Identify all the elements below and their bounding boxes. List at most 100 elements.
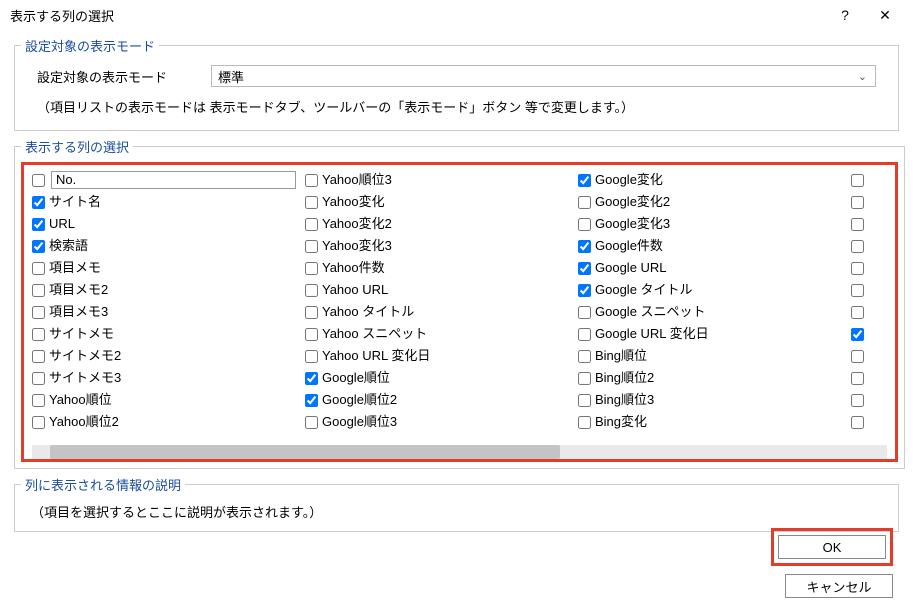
column-checkbox[interactable]: [32, 262, 45, 275]
list-item[interactable]: [849, 301, 889, 323]
list-item[interactable]: [849, 257, 889, 279]
help-icon[interactable]: ?: [825, 7, 865, 23]
list-item[interactable]: Google変化2: [576, 191, 849, 213]
column-checkbox[interactable]: [305, 328, 318, 341]
column-checkbox[interactable]: [851, 262, 864, 275]
list-item[interactable]: Bing変化: [576, 411, 849, 433]
column-checkbox[interactable]: [305, 262, 318, 275]
list-item[interactable]: Yahoo スニペット: [303, 323, 576, 345]
column-checkbox[interactable]: [578, 372, 591, 385]
column-checkbox[interactable]: [851, 196, 864, 209]
column-checkbox[interactable]: [305, 218, 318, 231]
column-checkbox[interactable]: [851, 218, 864, 231]
column-checkbox[interactable]: [578, 240, 591, 253]
scrollbar-thumb[interactable]: [50, 445, 560, 459]
list-item[interactable]: Google変化3: [576, 213, 849, 235]
list-item[interactable]: Google変化: [576, 169, 849, 191]
column-checkbox[interactable]: [32, 218, 45, 231]
list-item[interactable]: Google順位: [303, 367, 576, 389]
column-checkbox[interactable]: [305, 174, 318, 187]
column-checkbox[interactable]: [305, 350, 318, 363]
list-item[interactable]: Google URL 変化日: [576, 323, 849, 345]
column-checkbox[interactable]: [32, 328, 45, 341]
list-item[interactable]: Bing順位3: [576, 389, 849, 411]
column-checkbox[interactable]: [32, 174, 45, 187]
list-item[interactable]: [849, 169, 889, 191]
column-checkbox[interactable]: [851, 174, 864, 187]
horizontal-scrollbar[interactable]: [32, 445, 887, 459]
column-checkbox[interactable]: [32, 372, 45, 385]
column-checkbox[interactable]: [851, 416, 864, 429]
list-item[interactable]: [849, 191, 889, 213]
list-item[interactable]: サイトメモ2: [30, 345, 303, 367]
column-checkbox[interactable]: [578, 394, 591, 407]
list-item[interactable]: Yahoo変化: [303, 191, 576, 213]
column-checkbox[interactable]: [578, 350, 591, 363]
column-checkbox[interactable]: [578, 174, 591, 187]
list-item[interactable]: Google URL: [576, 257, 849, 279]
list-item[interactable]: [849, 411, 889, 433]
display-mode-select[interactable]: 標準 ⌄: [211, 65, 876, 87]
list-item[interactable]: Yahoo変化3: [303, 235, 576, 257]
column-checkbox[interactable]: [851, 306, 864, 319]
list-item[interactable]: Bing順位2: [576, 367, 849, 389]
list-item[interactable]: 項目メモ: [30, 257, 303, 279]
list-item[interactable]: Google件数: [576, 235, 849, 257]
column-checkbox[interactable]: [32, 416, 45, 429]
list-item[interactable]: Yahoo順位3: [303, 169, 576, 191]
list-item[interactable]: Yahoo件数: [303, 257, 576, 279]
list-item[interactable]: No.: [30, 169, 303, 191]
list-item[interactable]: Google順位3: [303, 411, 576, 433]
list-item[interactable]: [849, 213, 889, 235]
list-item[interactable]: 項目メモ2: [30, 279, 303, 301]
column-checkbox[interactable]: [851, 328, 864, 341]
list-item[interactable]: [849, 323, 889, 345]
list-item[interactable]: [849, 389, 889, 411]
column-checkbox[interactable]: [32, 394, 45, 407]
column-checkbox[interactable]: [578, 328, 591, 341]
column-checkbox[interactable]: [32, 284, 45, 297]
list-item[interactable]: [849, 367, 889, 389]
list-item[interactable]: Google順位2: [303, 389, 576, 411]
list-item[interactable]: [849, 235, 889, 257]
column-checkbox[interactable]: [851, 240, 864, 253]
column-checkbox[interactable]: [32, 350, 45, 363]
list-item[interactable]: 検索語: [30, 235, 303, 257]
list-item[interactable]: URL: [30, 213, 303, 235]
column-checkbox[interactable]: [851, 372, 864, 385]
column-checkbox[interactable]: [578, 262, 591, 275]
list-item[interactable]: Yahoo変化2: [303, 213, 576, 235]
list-item[interactable]: Yahoo URL: [303, 279, 576, 301]
column-checkbox[interactable]: [305, 196, 318, 209]
list-item[interactable]: Yahoo URL 変化日: [303, 345, 576, 367]
cancel-button[interactable]: キャンセル: [785, 574, 893, 598]
column-checkbox[interactable]: [578, 218, 591, 231]
column-checkbox[interactable]: [578, 284, 591, 297]
list-item[interactable]: 項目メモ3: [30, 301, 303, 323]
list-item[interactable]: Yahoo順位: [30, 389, 303, 411]
list-item[interactable]: Yahoo順位2: [30, 411, 303, 433]
list-item[interactable]: Yahoo タイトル: [303, 301, 576, 323]
column-checkbox[interactable]: [305, 416, 318, 429]
close-icon[interactable]: ✕: [865, 7, 905, 24]
column-checkbox[interactable]: [851, 284, 864, 297]
list-item[interactable]: [849, 345, 889, 367]
column-checkbox[interactable]: [305, 284, 318, 297]
column-checkbox[interactable]: [305, 394, 318, 407]
column-checkbox[interactable]: [578, 306, 591, 319]
column-checkbox[interactable]: [851, 350, 864, 363]
list-item[interactable]: サイトメモ: [30, 323, 303, 345]
list-item[interactable]: サイトメモ3: [30, 367, 303, 389]
list-item[interactable]: Google タイトル: [576, 279, 849, 301]
column-checkbox[interactable]: [851, 394, 864, 407]
column-checkbox[interactable]: [305, 240, 318, 253]
ok-button[interactable]: OK: [778, 535, 886, 559]
column-checkbox[interactable]: [32, 240, 45, 253]
list-item[interactable]: Google スニペット: [576, 301, 849, 323]
column-checkbox[interactable]: [305, 306, 318, 319]
list-item[interactable]: サイト名: [30, 191, 303, 213]
column-checkbox[interactable]: [32, 306, 45, 319]
list-item[interactable]: [849, 279, 889, 301]
column-checkbox[interactable]: [578, 416, 591, 429]
column-label-editable[interactable]: No.: [51, 171, 296, 189]
